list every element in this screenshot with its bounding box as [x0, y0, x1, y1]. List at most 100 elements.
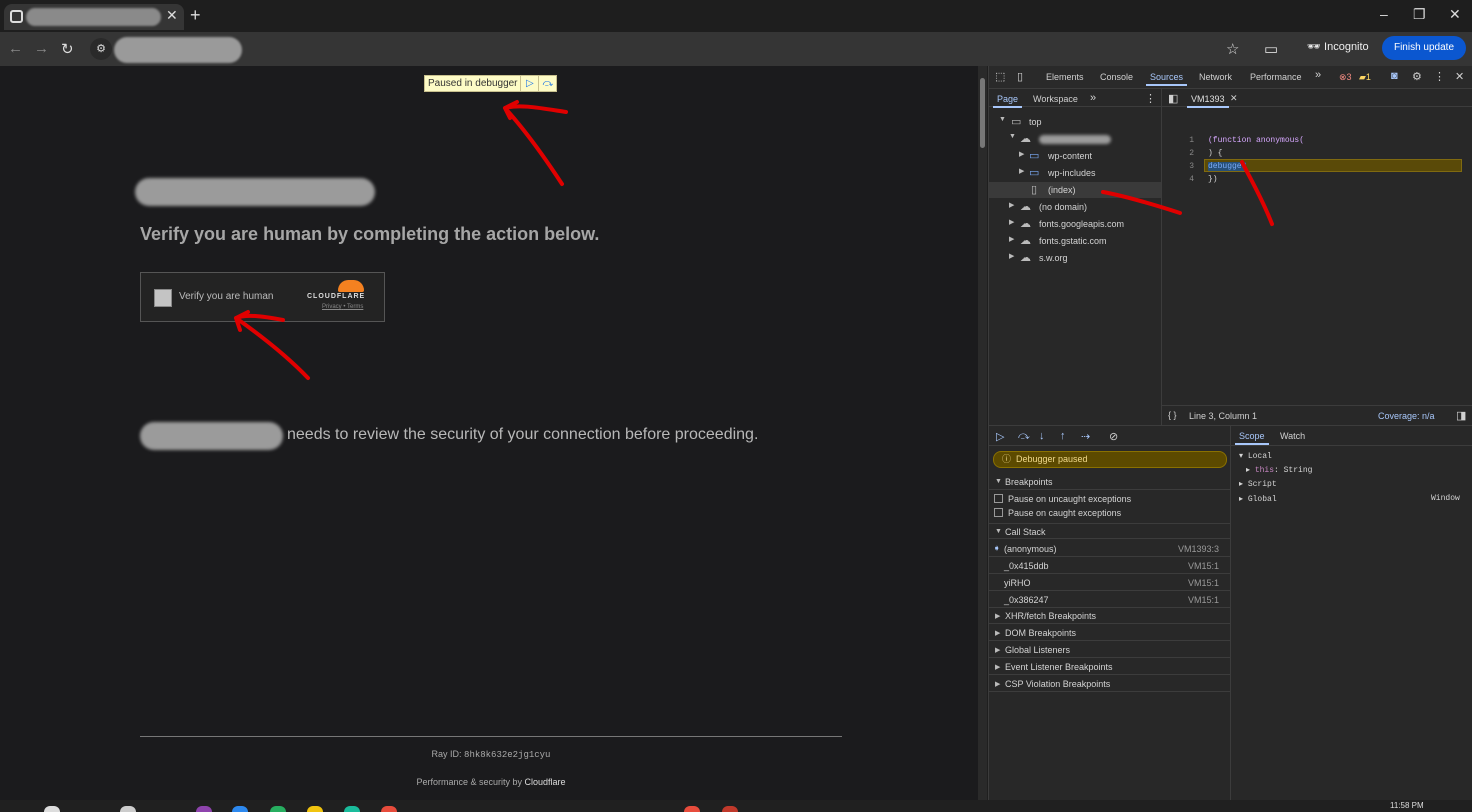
step-out-icon[interactable]: ↑	[1060, 430, 1066, 442]
page-scrollbar[interactable]	[978, 66, 987, 800]
privacy-link[interactable]: Privacy	[322, 304, 342, 310]
taskbar-app-icon[interactable]	[381, 806, 397, 812]
tree-item-wp-includes[interactable]: ▶ ▭ wp-includes	[989, 165, 1161, 181]
file-tab-vm1393[interactable]: VM1393	[1187, 94, 1229, 108]
back-icon[interactable]: ←	[8, 40, 23, 57]
scrollbar-thumb[interactable]	[980, 78, 985, 148]
new-tab-button[interactable]: +	[190, 5, 201, 26]
frame-location[interactable]: VM1393:3	[1178, 544, 1219, 554]
ai-assistance-icon[interactable]: ◙	[1391, 70, 1398, 82]
step-over-icon[interactable]: ⤼	[1018, 430, 1030, 443]
csp-violation-breakpoints-section[interactable]: ▶ CSP Violation Breakpoints	[989, 676, 1231, 692]
frame-location[interactable]: VM15:1	[1188, 595, 1219, 605]
scope-this[interactable]: ▸ this: String	[1246, 465, 1312, 475]
scope-global[interactable]: ▸ Global	[1239, 494, 1277, 504]
close-devtools-icon[interactable]: ✕	[1455, 70, 1464, 83]
coverage-status[interactable]: Coverage: n/a	[1378, 411, 1435, 421]
tab-sources[interactable]: Sources	[1145, 72, 1188, 86]
taskbar-app-icon[interactable]	[120, 806, 136, 812]
tree-item-fonts-gstatic[interactable]: ▶ ☁ fonts.gstatic.com	[989, 233, 1161, 249]
tab-page[interactable]: Page	[992, 94, 1023, 108]
reload-icon[interactable]: ↻	[61, 40, 74, 58]
taskbar-app-icon[interactable]	[722, 806, 738, 812]
tree-item-wp-content[interactable]: ▶ ▭ wp-content	[989, 148, 1161, 164]
frame-location[interactable]: VM15:1	[1188, 578, 1219, 588]
error-count-badge[interactable]: ⊗3	[1339, 72, 1352, 83]
device-toolbar-icon[interactable]: ▯	[1017, 70, 1023, 83]
taskbar-app-icon[interactable]	[307, 806, 323, 812]
search-icon[interactable]	[44, 806, 60, 812]
tab-performance[interactable]: Performance	[1250, 72, 1302, 82]
tab-network[interactable]: Network	[1199, 72, 1232, 82]
terms-link[interactable]: Terms	[347, 304, 363, 310]
tree-item-sworg[interactable]: ▶ ☁ s.w.org	[989, 250, 1161, 266]
step-icon[interactable]: ⇢	[1081, 430, 1090, 443]
code-line[interactable]: (function anonymous(	[1208, 136, 1304, 145]
call-frame[interactable]: ➧ (anonymous) VM1393:3	[989, 540, 1231, 557]
taskbar-app-icon[interactable]	[270, 806, 286, 812]
close-file-tab-icon[interactable]: ✕	[1230, 93, 1238, 104]
navigator-menu-icon[interactable]: ⋮	[1145, 92, 1156, 105]
dom-breakpoints-section[interactable]: ▶ DOM Breakpoints	[989, 625, 1231, 641]
incognito-indicator[interactable]: 🕶 Incognito	[1307, 40, 1369, 53]
more-navigator-tabs-icon[interactable]: »	[1090, 92, 1096, 104]
call-frame[interactable]: _0x386247 VM15:1	[989, 591, 1231, 608]
inspect-element-icon[interactable]: ⬚	[995, 70, 1005, 83]
minimize-button[interactable]: –	[1380, 6, 1388, 22]
taskbar-app-icon[interactable]	[232, 806, 248, 812]
warning-count-badge[interactable]: ▰1	[1359, 72, 1371, 83]
step-over-icon[interactable]: ⤼	[538, 76, 556, 91]
maximize-button[interactable]: ❐	[1413, 6, 1426, 23]
tab-elements[interactable]: Elements	[1046, 72, 1084, 82]
tab-console[interactable]: Console	[1100, 72, 1133, 82]
scope-local[interactable]: ▾ Local	[1239, 451, 1272, 461]
debugger-statement[interactable]: debugger	[1208, 162, 1247, 171]
taskbar-app-icon[interactable]	[684, 806, 700, 812]
resume-icon[interactable]: ▷	[520, 76, 538, 91]
site-info-icon[interactable]: ⚙	[90, 38, 112, 60]
tree-item-no-domain[interactable]: ▶ ☁ (no domain)	[989, 199, 1161, 215]
step-into-icon[interactable]: ↓	[1039, 430, 1045, 442]
browser-tab[interactable]: ✕	[4, 4, 184, 30]
taskbar-app-icon[interactable]	[196, 806, 212, 812]
tree-item-top[interactable]: ▼ ▭ top	[989, 114, 1161, 130]
pause-uncaught-checkbox[interactable]	[994, 494, 1003, 503]
close-window-button[interactable]: ✕	[1449, 6, 1461, 23]
pretty-print-icon[interactable]: { }	[1168, 410, 1177, 420]
toggle-debugger-sidebar-icon[interactable]: ◨	[1456, 409, 1466, 422]
code-line[interactable]: ) {	[1208, 149, 1222, 158]
call-frame[interactable]: yiRHO VM15:1	[989, 574, 1231, 591]
more-options-icon[interactable]: ⋮	[1434, 70, 1445, 83]
verify-checkbox[interactable]	[154, 289, 172, 307]
taskbar-app-icon[interactable]	[344, 806, 360, 812]
global-listeners-section[interactable]: ▶ Global Listeners	[989, 642, 1231, 658]
tree-item-fonts-googleapis[interactable]: ▶ ☁ fonts.googleapis.com	[989, 216, 1161, 232]
scope-script[interactable]: ▸ Script	[1239, 479, 1277, 489]
tree-item-domain[interactable]: ▼ ☁	[989, 131, 1161, 147]
tab-scope[interactable]: Scope	[1235, 431, 1268, 445]
pause-caught-checkbox[interactable]	[994, 508, 1003, 517]
call-frame[interactable]: _0x415ddb VM15:1	[989, 557, 1231, 574]
call-stack-section[interactable]: ▼ Call Stack	[989, 523, 1231, 539]
xhr-breakpoints-section[interactable]: ▶ XHR/fetch Breakpoints	[989, 608, 1231, 624]
finish-update-button[interactable]: Finish update	[1382, 36, 1466, 60]
forward-icon[interactable]: →	[34, 40, 49, 57]
breakpoints-section[interactable]: ▼ Breakpoints	[989, 474, 1231, 490]
frame-location[interactable]: VM15:1	[1188, 561, 1219, 571]
resume-icon[interactable]: ▷	[996, 430, 1004, 443]
collapsed-triangle-icon: ▶	[995, 647, 1001, 654]
more-tabs-icon[interactable]: »	[1315, 69, 1321, 81]
tree-item-index[interactable]: ▯ (index)	[989, 182, 1161, 198]
bookmark-star-icon[interactable]: ☆	[1226, 40, 1239, 58]
deactivate-breakpoints-icon[interactable]: ⊘	[1109, 430, 1118, 443]
cloudflare-link[interactable]: Cloudflare	[525, 777, 566, 787]
close-tab-icon[interactable]: ✕	[166, 7, 178, 24]
settings-gear-icon[interactable]: ⚙	[1412, 70, 1422, 83]
event-listener-breakpoints-section[interactable]: ▶ Event Listener Breakpoints	[989, 659, 1231, 675]
address-bar[interactable]: ⚙	[86, 35, 1286, 63]
tab-workspace[interactable]: Workspace	[1033, 94, 1078, 104]
code-line[interactable]: })	[1208, 175, 1218, 184]
tab-search-icon[interactable]: ▭	[1264, 40, 1278, 58]
tab-watch[interactable]: Watch	[1280, 431, 1305, 441]
toggle-navigator-icon[interactable]: ◧	[1168, 92, 1178, 105]
